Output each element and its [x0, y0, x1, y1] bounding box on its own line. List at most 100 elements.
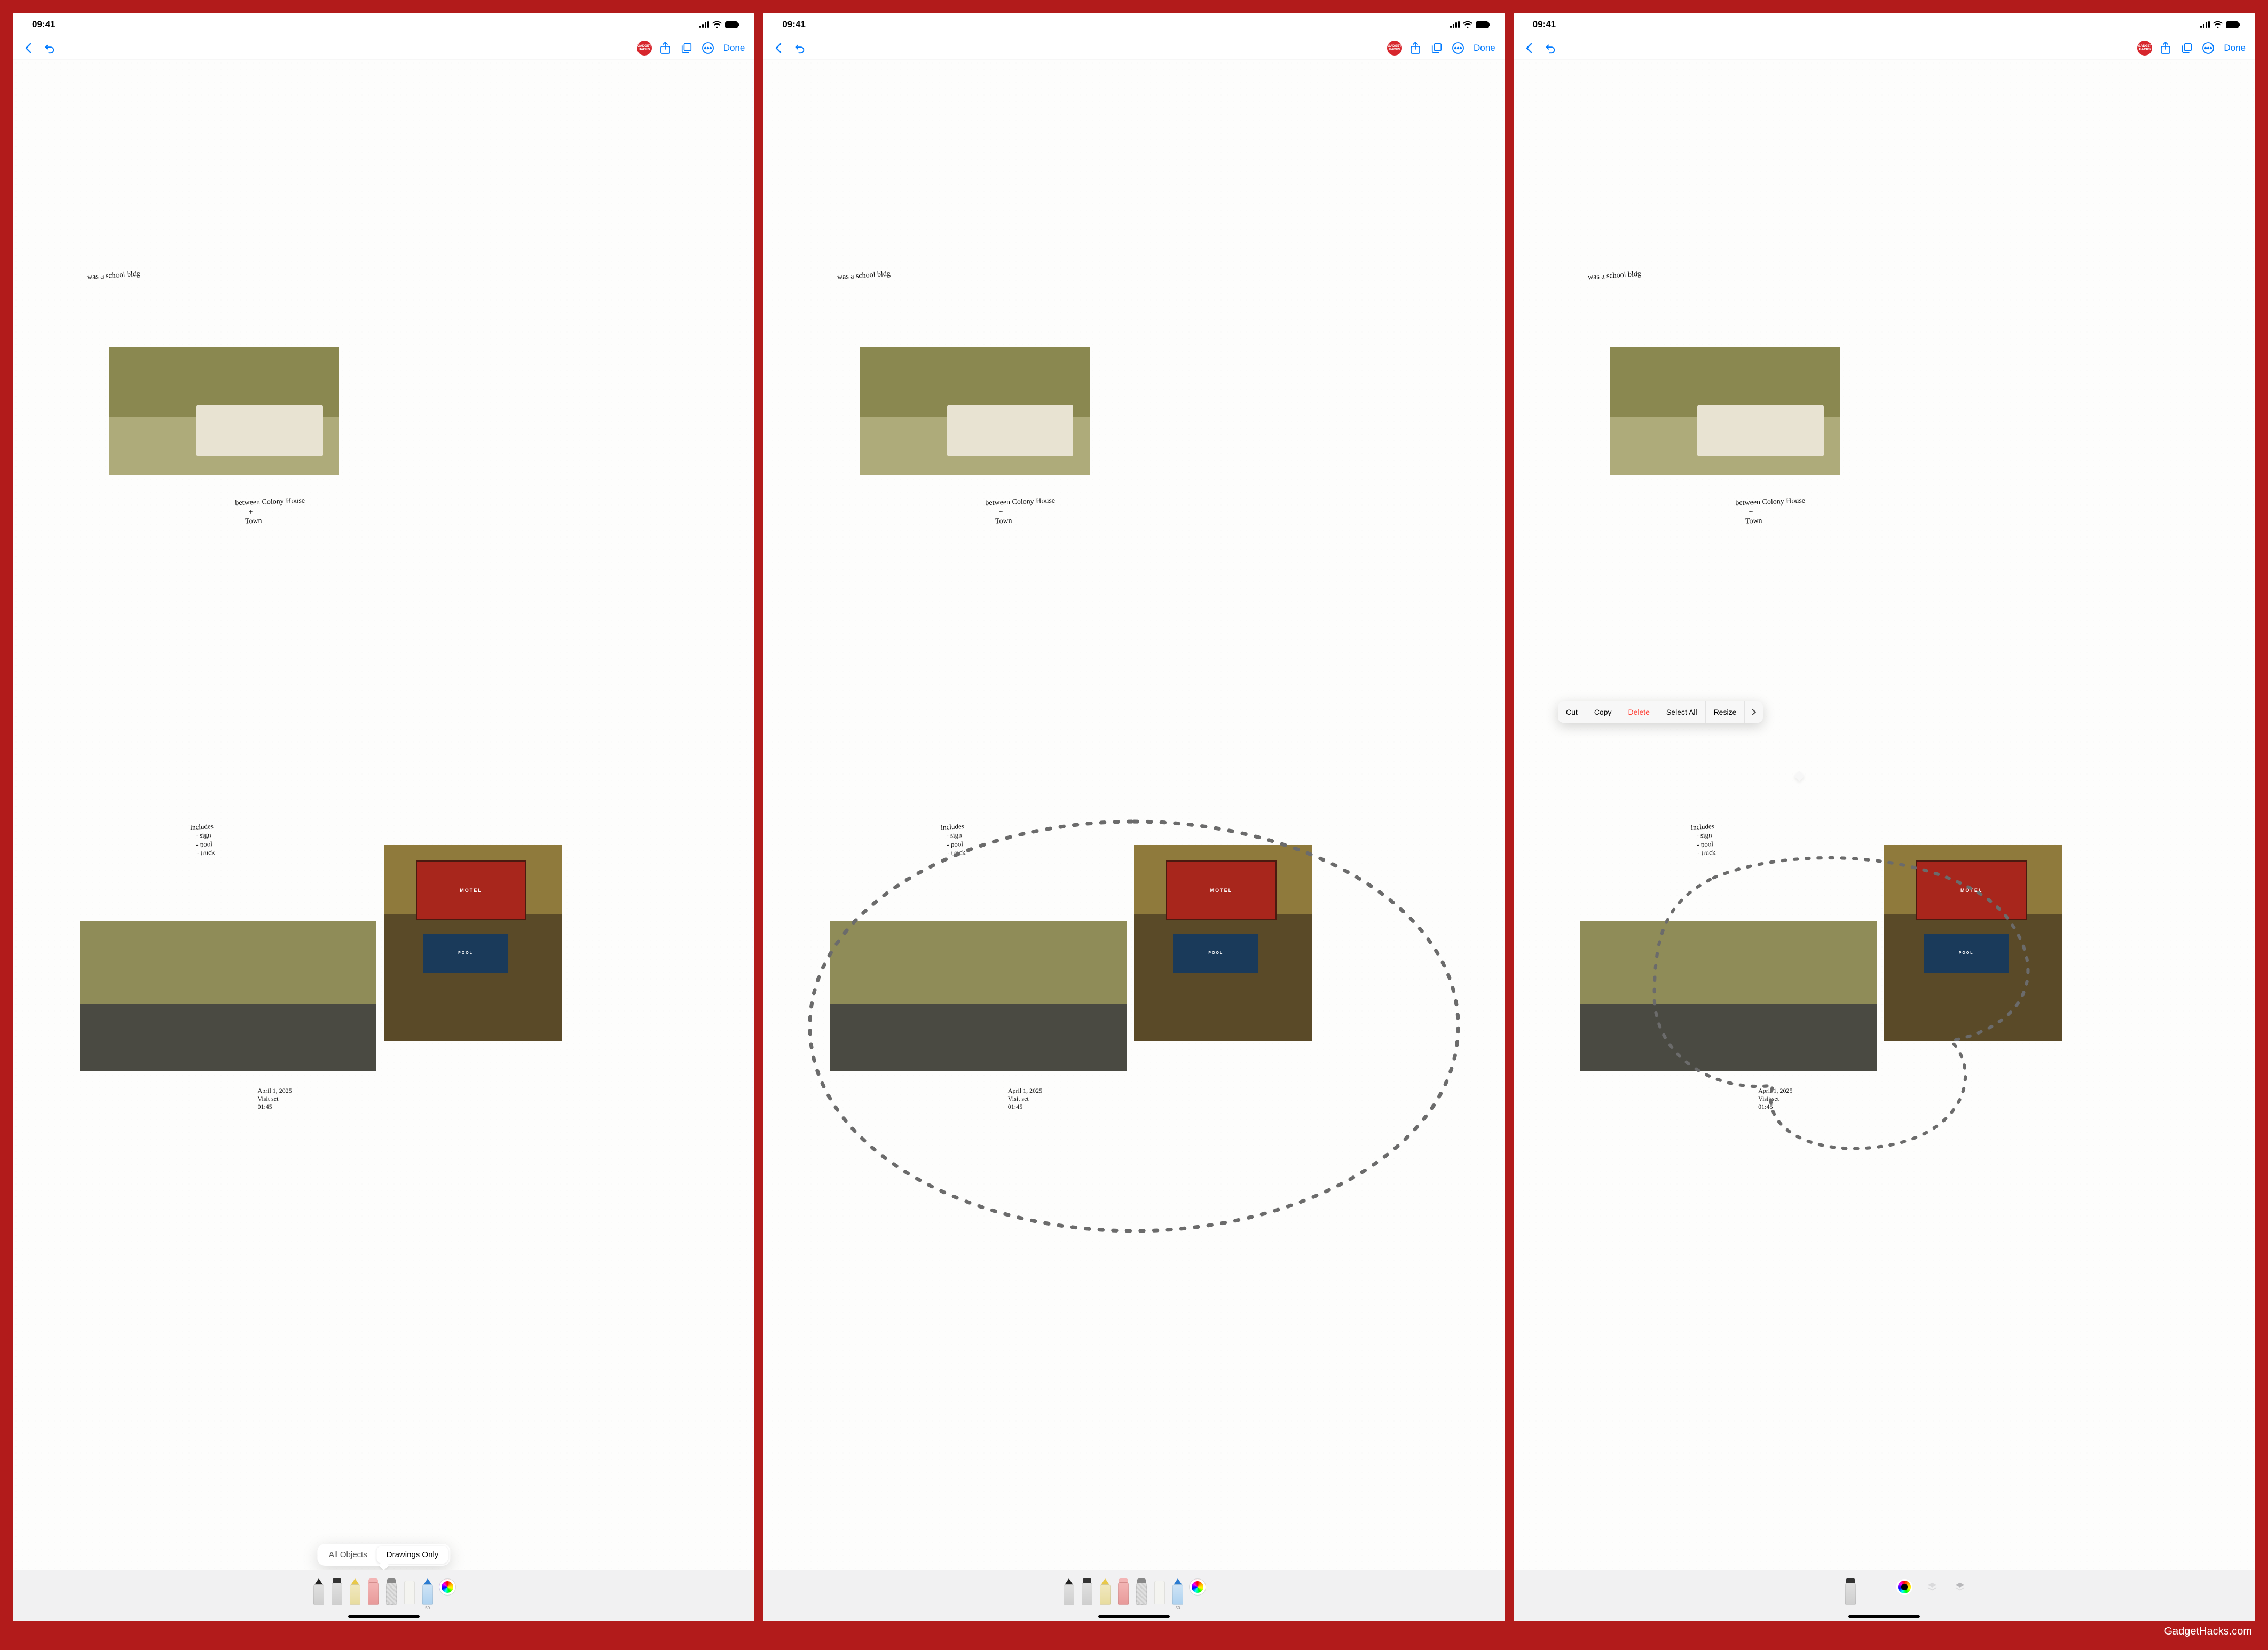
seg-all-objects[interactable]: All Objects [319, 1546, 377, 1564]
cellular-icon [1450, 21, 1460, 28]
battery-icon [2226, 21, 2240, 28]
tool-ruler[interactable] [1153, 1578, 1166, 1610]
pool-sign-text: POOL [1173, 934, 1258, 973]
handwriting-2: between Colony House + Town [1736, 496, 1806, 527]
tool-pencil[interactable]: 50 [1171, 1578, 1184, 1610]
handwriting-4: April 1, 2025 Visit set 01:45 [257, 1087, 292, 1111]
freeform-canvas[interactable]: was a school bldg between Colony House +… [13, 60, 754, 1570]
photo-motel[interactable]: MOTEL POOL [384, 845, 562, 1041]
ctx-copy[interactable]: Copy [1586, 701, 1620, 723]
ctx-select-all[interactable]: Select All [1658, 701, 1706, 723]
tool-selected[interactable] [1844, 1578, 1857, 1610]
screen-2: 09:41 GADGET HACKS Done was a school bld… [763, 13, 1505, 1621]
ctx-resize[interactable]: Resize [1706, 701, 1745, 723]
ctx-delete[interactable]: Delete [1620, 701, 1658, 723]
ctx-cut[interactable]: Cut [1558, 701, 1586, 723]
layers-front-button[interactable] [1952, 1579, 1968, 1595]
photo-rv[interactable] [860, 347, 1090, 475]
copy-button[interactable] [2179, 40, 2195, 56]
tool-eraser[interactable] [1117, 1578, 1130, 1610]
more-button[interactable] [700, 40, 716, 56]
screen-1: 09:41 GADGET HACKS Done was a school bld… [13, 13, 754, 1621]
wifi-icon [1463, 21, 1472, 28]
tool-pen[interactable] [312, 1578, 325, 1610]
photo-motel[interactable]: MOTEL POOL [1884, 845, 2062, 1041]
home-indicator [1098, 1615, 1170, 1618]
home-indicator [348, 1615, 420, 1618]
status-indicators [699, 21, 739, 28]
share-button[interactable] [2157, 40, 2174, 56]
motel-sign-text: MOTEL [1916, 860, 2027, 919]
tool-pen[interactable] [1062, 1578, 1075, 1610]
color-picker[interactable] [1190, 1579, 1206, 1595]
footer-credit: GadgetHacks.com [13, 1621, 2255, 1638]
motel-sign-text: MOTEL [1166, 860, 1277, 919]
tool-eraser[interactable] [367, 1578, 380, 1610]
drawing-toolbar [1514, 1570, 2255, 1621]
copy-button[interactable] [679, 40, 695, 56]
freeform-canvas[interactable]: was a school bldg between Colony House +… [763, 60, 1505, 1570]
motel-sign-text: MOTEL [416, 860, 526, 919]
tool-highlighter[interactable] [1099, 1578, 1112, 1610]
tool-marker[interactable] [330, 1578, 343, 1610]
tool-ruler[interactable] [403, 1578, 416, 1610]
tool-marker[interactable] [1081, 1578, 1093, 1610]
battery-icon [1476, 21, 1490, 28]
handwriting-3: Includes - sign - pool - truck [940, 822, 965, 858]
copy-button[interactable] [1429, 40, 1445, 56]
drawing-toolbar: 50 [13, 1570, 754, 1621]
status-bar: 09:41 [1514, 13, 2255, 36]
context-menu: Cut Copy Delete Select All Resize [1558, 701, 1763, 723]
color-picker[interactable] [1896, 1579, 1912, 1595]
photo-motel[interactable]: MOTEL POOL [1134, 845, 1312, 1041]
undo-button[interactable] [1542, 40, 1558, 56]
screen-3: 09:41 GADGET HACKS Done was a school bld… [1514, 13, 2255, 1621]
handwriting-1: was a school bldg [837, 270, 891, 282]
ctx-more-arrow[interactable] [1745, 701, 1763, 723]
battery-icon [725, 21, 739, 28]
handwriting-4: April 1, 2025 Visit set 01:45 [1008, 1087, 1042, 1111]
photo-town[interactable] [830, 921, 1127, 1072]
layers-back-button[interactable] [1924, 1579, 1940, 1595]
handwriting-1: was a school bldg [86, 270, 140, 282]
photo-town[interactable] [80, 921, 376, 1072]
tool-highlighter[interactable] [349, 1578, 361, 1610]
handwriting-1: was a school bldg [1587, 270, 1641, 282]
undo-button[interactable] [42, 40, 58, 56]
status-bar: 09:41 [763, 13, 1505, 36]
pool-sign-text: POOL [423, 934, 508, 973]
more-button[interactable] [1450, 40, 1466, 56]
handwriting-4: April 1, 2025 Visit set 01:45 [1758, 1087, 1792, 1111]
more-button[interactable] [2200, 40, 2216, 56]
share-button[interactable] [1407, 40, 1423, 56]
tool-lasso[interactable] [1135, 1578, 1148, 1610]
back-button[interactable] [770, 40, 786, 56]
done-button[interactable]: Done [1471, 43, 1498, 53]
context-menu-caret [1794, 771, 1805, 781]
gadget-hacks-badge: GADGET HACKS [2137, 41, 2152, 56]
nav-bar: GADGET HACKS Done [13, 36, 754, 60]
nav-bar: GADGET HACKS Done [763, 36, 1505, 60]
seg-drawings-only[interactable]: Drawings Only [377, 1546, 448, 1564]
status-time: 09:41 [1533, 19, 1556, 30]
handwriting-3: Includes - sign - pool - truck [190, 822, 215, 858]
photo-town[interactable] [1580, 921, 1877, 1072]
tool-pencil[interactable]: 50 [421, 1578, 434, 1610]
back-button[interactable] [20, 40, 36, 56]
undo-button[interactable] [792, 40, 808, 56]
drawing-toolbar: 50 [763, 1570, 1505, 1621]
photo-rv[interactable] [109, 347, 340, 475]
done-button[interactable]: Done [721, 43, 747, 53]
gadget-hacks-badge: GADGET HACKS [1387, 41, 1402, 56]
photo-rv[interactable] [1610, 347, 1840, 475]
wifi-icon [2213, 21, 2223, 28]
done-button[interactable]: Done [2222, 43, 2248, 53]
nav-bar: GADGET HACKS Done [1514, 36, 2255, 60]
back-button[interactable] [1521, 40, 1537, 56]
handwriting-3: Includes - sign - pool - truck [1690, 822, 1715, 858]
freeform-canvas[interactable]: was a school bldg between Colony House +… [1514, 60, 2255, 1570]
share-button[interactable] [657, 40, 673, 56]
color-picker[interactable] [439, 1579, 455, 1595]
status-bar: 09:41 [13, 13, 754, 36]
tool-lasso[interactable] [385, 1578, 398, 1610]
